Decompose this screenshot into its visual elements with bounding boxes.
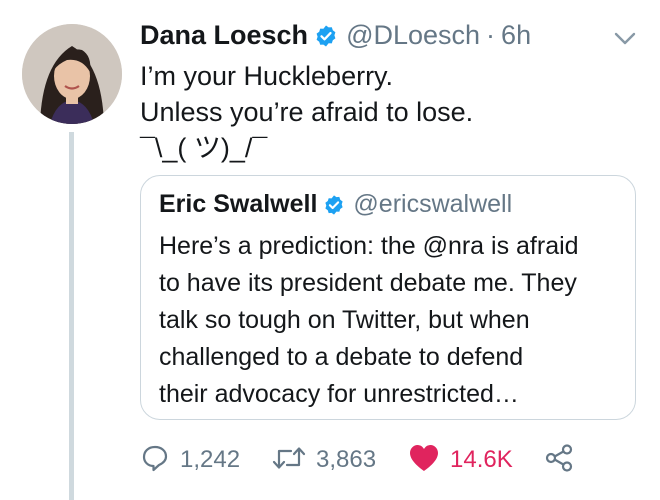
quoted-tweet-card[interactable]: Eric Swalwell @ericswalwell Here’s a pre…	[140, 175, 636, 420]
quoted-author-handle: @ericswalwell	[353, 190, 513, 218]
tweet-text: I’m your Huckleberry. Unless you’re afra…	[140, 58, 640, 166]
retweet-button[interactable]: 3,863	[272, 440, 376, 480]
quoted-author-name: Eric Swalwell	[159, 190, 318, 218]
share-button[interactable]	[544, 440, 574, 480]
quoted-line: challenged to a debate to defend	[159, 343, 524, 371]
thread-line	[69, 132, 74, 500]
chevron-down-icon[interactable]	[614, 32, 636, 46]
retweet-icon	[272, 443, 306, 478]
quoted-tweet-text: Here’s a prediction: the @nra is afraid …	[159, 228, 629, 413]
action-bar: 1,242 3,863 14.6K	[140, 440, 640, 480]
author-handle[interactable]: @DLoesch	[346, 20, 480, 51]
tweet-line: Unless you’re afraid to lose.	[140, 97, 474, 127]
reply-count: 1,242	[180, 446, 241, 473]
avatar-image	[22, 24, 122, 124]
heart-icon	[408, 443, 440, 478]
separator-dot: ·	[486, 20, 496, 50]
quoted-tweet-header: Eric Swalwell @ericswalwell	[159, 190, 512, 219]
quoted-line: their advocacy for unrestricted…	[159, 380, 519, 408]
verified-badge-icon	[314, 24, 338, 48]
like-count: 14.6K	[450, 446, 513, 473]
author-name[interactable]: Dana Loesch	[140, 20, 308, 51]
avatar[interactable]	[22, 24, 122, 124]
quoted-line: talk so tough on Twitter, but when	[159, 306, 530, 334]
tweet-line: ¯\_( ツ)_/¯	[140, 133, 268, 163]
quoted-line: to have its president debate me. They	[159, 269, 577, 297]
timestamp[interactable]: 6h	[501, 20, 531, 51]
tweet-line: I’m your Huckleberry.	[140, 61, 394, 91]
tweet-header: Dana Loesch @DLoesch · 6h	[140, 20, 531, 51]
quoted-line: Here’s a prediction: the @nra is afraid	[159, 232, 579, 260]
like-button[interactable]: 14.6K	[408, 440, 513, 480]
reply-button[interactable]: 1,242	[140, 440, 240, 480]
retweet-count: 3,863	[316, 446, 377, 473]
verified-badge-icon	[323, 194, 345, 216]
share-icon	[544, 443, 574, 478]
reply-icon	[140, 443, 170, 478]
